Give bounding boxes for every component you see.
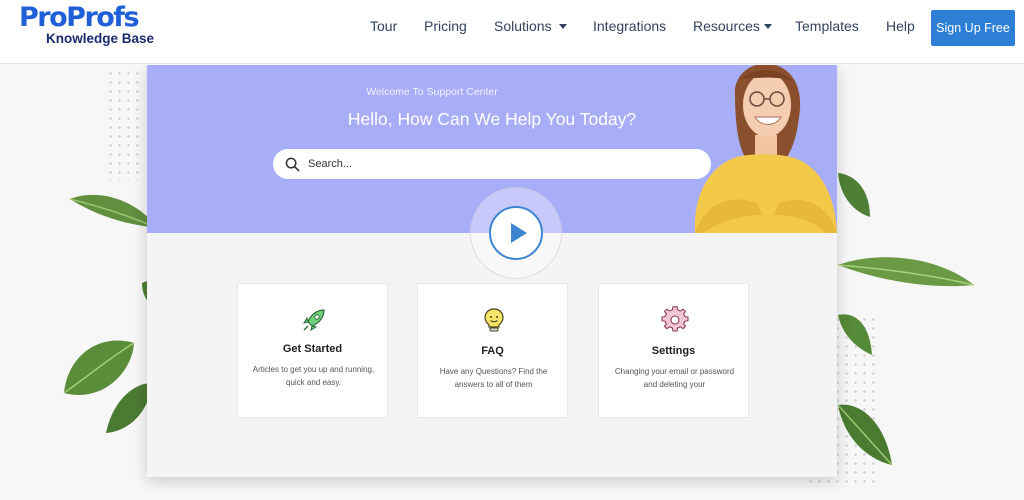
video-play-button[interactable] [489, 206, 543, 260]
chevron-down-icon [558, 23, 567, 29]
tile-title: Get Started [282, 343, 343, 355]
tile-description: Changing your email or password and dele… [614, 367, 735, 389]
tile-get-started[interactable]: Get Started Articles to get you up and r… [237, 283, 388, 418]
logo-wordmark: ProProfs [19, 2, 140, 33]
plant-leaves-right-illustration [837, 173, 975, 466]
dot-pattern-decoration [106, 69, 142, 181]
logo-subtitle: Knowledge Base [46, 31, 155, 46]
chevron-down-icon [763, 23, 772, 29]
rocket-icon [302, 309, 325, 332]
play-icon [511, 223, 527, 243]
support-center-preview-card: Welcome To Support Center Hello, How Can… [147, 65, 837, 477]
tile-settings[interactable]: Settings Changing your email or password… [598, 283, 749, 418]
sign-up-free-button[interactable]: Sign Up Free [931, 10, 1015, 46]
nav-resources-label: Resources [693, 18, 760, 34]
lightbulb-icon [484, 308, 504, 332]
top-navigation-bar: ProProfs Knowledge Base Tour Pricing Sol… [0, 0, 1024, 64]
nav-resources[interactable]: Resources [693, 18, 772, 34]
nav-tour[interactable]: Tour [370, 18, 397, 34]
nav-solutions[interactable]: Solutions [494, 18, 567, 34]
nav-pricing-label: Pricing [424, 18, 467, 34]
nav-templates[interactable]: Templates [795, 18, 859, 34]
hero-showcase: Welcome To Support Center Hello, How Can… [0, 65, 1024, 500]
nav-help-label: Help [886, 18, 915, 34]
nav-tour-label: Tour [370, 18, 398, 34]
search-input[interactable] [308, 158, 688, 170]
tile-title: Settings [651, 345, 696, 357]
nav-integrations-label: Integrations [593, 18, 667, 34]
proprofs-logo[interactable]: ProProfs Knowledge Base [19, 2, 154, 47]
tile-faq[interactable]: FAQ Have any Questions? Find the answers… [417, 283, 568, 418]
tile-title: FAQ [481, 345, 504, 357]
nav-solutions-label: Solutions [494, 18, 552, 34]
search-bar[interactable] [273, 149, 711, 179]
nav-help[interactable]: Help [886, 18, 915, 34]
nav-templates-label: Templates [795, 18, 859, 34]
nav-pricing[interactable]: Pricing [424, 18, 467, 34]
nav-integrations[interactable]: Integrations [593, 18, 666, 34]
tile-description: Articles to get you up and running, quic… [252, 365, 375, 387]
smiling-woman-photo [694, 65, 837, 233]
gear-icon [661, 306, 689, 332]
tile-description: Have any Questions? Find the answers to … [439, 367, 548, 389]
search-icon [285, 157, 300, 171]
